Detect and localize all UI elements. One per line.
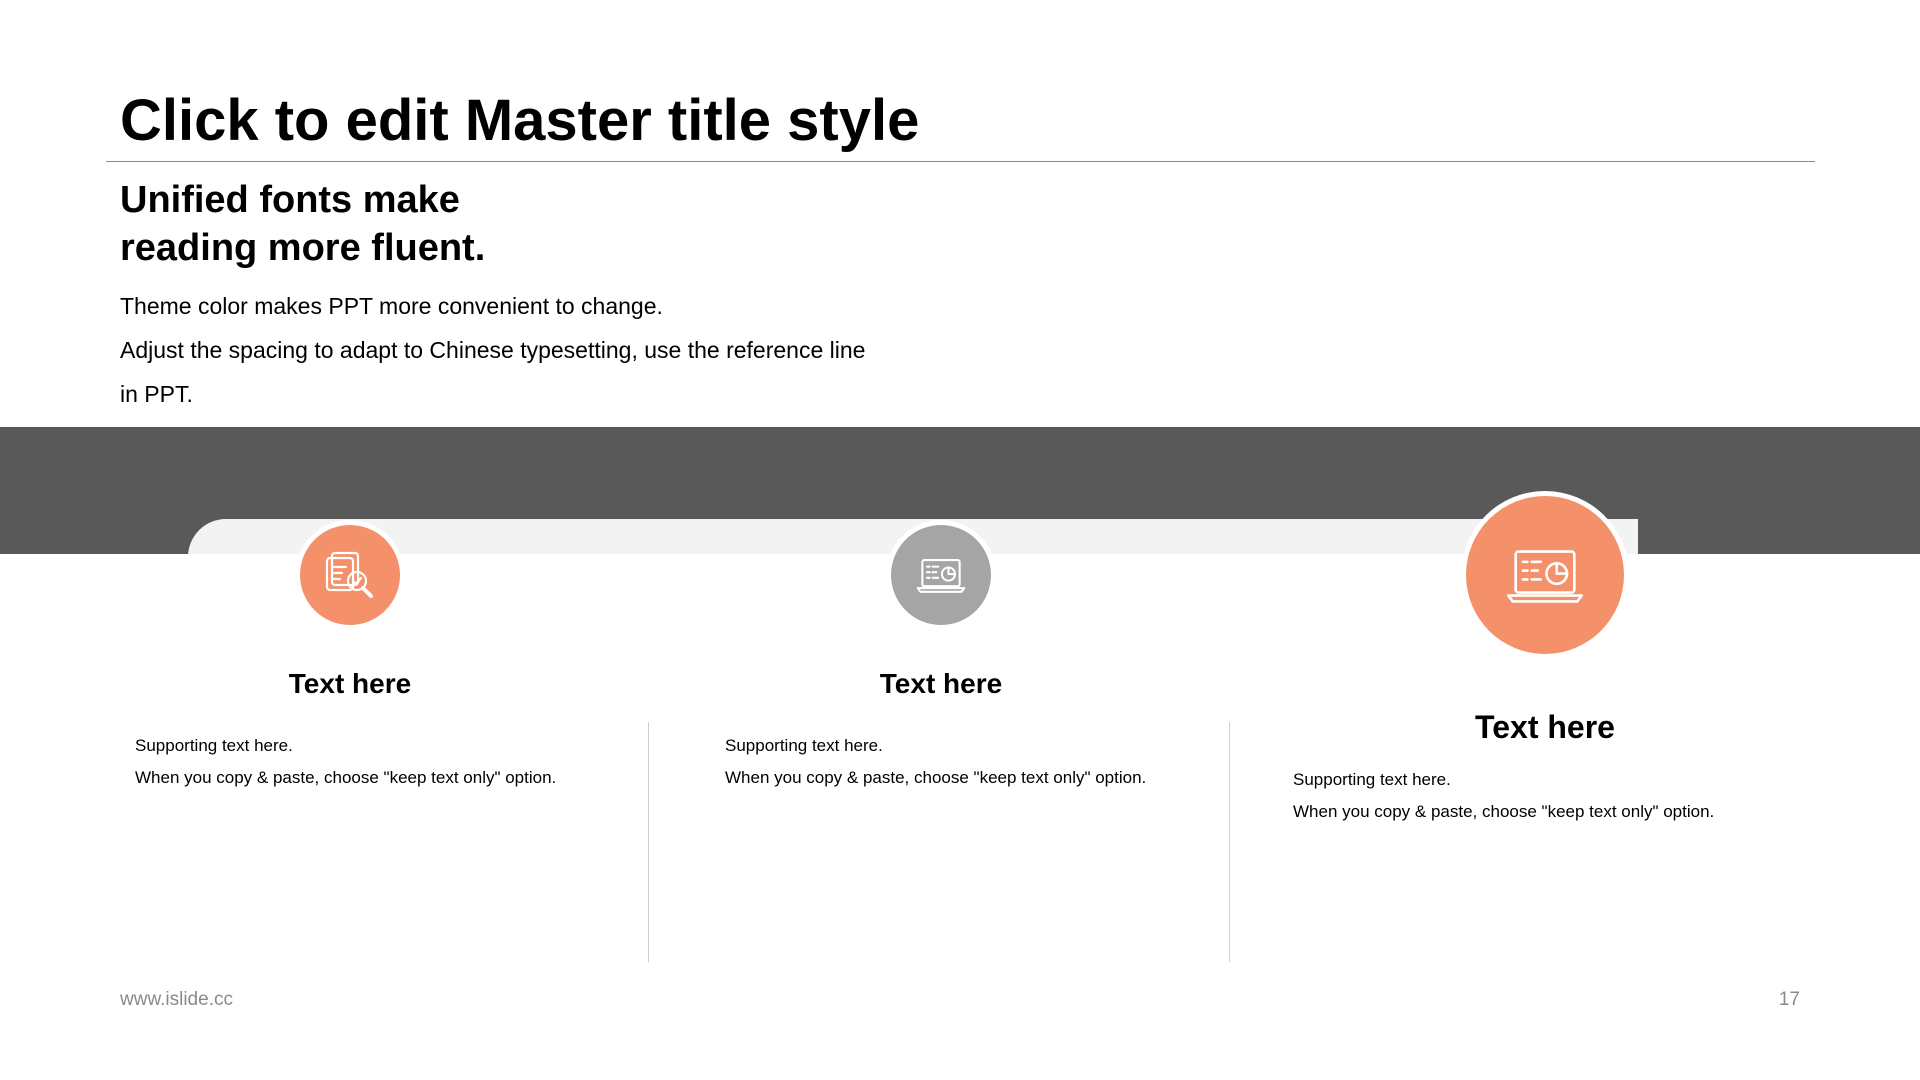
- page-number: 17: [1778, 989, 1800, 1010]
- icon-circle-2[interactable]: [891, 525, 991, 625]
- icon-circle-3[interactable]: [1466, 496, 1624, 654]
- column-2-text[interactable]: Supporting text here. When you copy & pa…: [725, 730, 1157, 794]
- column-2-line-1: Supporting text here.: [725, 736, 883, 755]
- column-3-text[interactable]: Supporting text here. When you copy & pa…: [1293, 764, 1813, 828]
- subtitle-line-2: reading more fluent.: [120, 227, 486, 269]
- column-3-title[interactable]: Text here: [1395, 709, 1695, 746]
- laptop-chart-icon: [1507, 550, 1583, 603]
- laptop-chart-icon: [916, 559, 966, 593]
- column-3-line-1: Supporting text here.: [1293, 770, 1451, 789]
- column-1-line-2: When you copy & paste, choose "keep text…: [135, 768, 557, 787]
- document-search-icon: [325, 551, 373, 598]
- slide-title[interactable]: Click to edit Master title style: [120, 92, 919, 150]
- subtitle-line-1: Unified fonts make: [120, 179, 460, 221]
- column-1-title[interactable]: Text here: [200, 668, 500, 700]
- column-2-title[interactable]: Text here: [791, 668, 1091, 700]
- footer-url: www.islide.cc: [120, 989, 233, 1010]
- subtitle[interactable]: Unified fonts make reading more fluent.: [120, 176, 485, 272]
- body-text[interactable]: Theme color makes PPT more convenient to…: [120, 284, 920, 416]
- column-1-line-1: Supporting text here.: [135, 736, 293, 755]
- icon-circle-1[interactable]: [300, 525, 400, 625]
- column-divider-2: [1229, 722, 1230, 962]
- title-divider: [106, 161, 1815, 162]
- body-line-2: Adjust the spacing to adapt to Chinese t…: [120, 337, 866, 363]
- column-1-text[interactable]: Supporting text here. When you copy & pa…: [135, 730, 567, 794]
- body-line-1: Theme color makes PPT more convenient to…: [120, 293, 663, 319]
- column-2-line-2: When you copy & paste, choose "keep text…: [725, 768, 1147, 787]
- column-3-line-2: When you copy & paste, choose "keep text…: [1293, 802, 1715, 821]
- body-line-3: in PPT.: [120, 381, 193, 407]
- column-divider-1: [648, 722, 649, 962]
